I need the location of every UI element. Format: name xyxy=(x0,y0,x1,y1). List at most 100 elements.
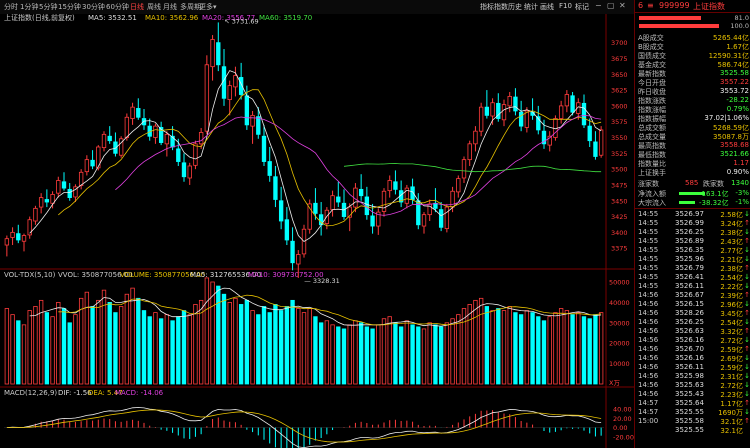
timeframe-0[interactable]: 分时 xyxy=(4,2,18,12)
tick-direction-icon: ↑ xyxy=(744,345,750,353)
menu-6[interactable]: 标记 xyxy=(575,2,589,12)
tick-direction-icon: ↓ xyxy=(744,282,750,290)
candle xyxy=(113,141,118,154)
candle xyxy=(336,196,341,203)
volume-bar xyxy=(530,312,535,385)
timeframe-2[interactable]: 5分钟 xyxy=(39,2,57,12)
quote-row-value: 0.79% xyxy=(726,105,749,113)
menu-4[interactable]: 画线 xyxy=(540,2,554,12)
menu-3[interactable]: 统计 xyxy=(524,2,538,12)
tick-price: 3526.35 xyxy=(675,246,704,254)
flow-row: 净流入额 -163.1亿 -3% xyxy=(635,189,750,198)
tick-row: 14:56 3525.43 2.23亿 ↓ xyxy=(635,390,750,399)
price-axis-tick: 3600 xyxy=(611,102,628,110)
volume-bar xyxy=(501,310,507,385)
quote-row: 昨日收盘 3553.72 xyxy=(635,87,750,96)
volume-bar xyxy=(507,306,512,385)
volume-bar xyxy=(4,308,10,385)
header-number: 6 xyxy=(638,1,644,10)
tick-price: 3525.55 xyxy=(675,426,704,434)
candle xyxy=(290,240,295,264)
quote-row-value: -28.22 xyxy=(726,96,749,104)
quote-row: 最新指数 3525.58 xyxy=(635,69,750,78)
volume-bar xyxy=(147,316,152,385)
macd-label: MACD: -14.06 xyxy=(115,389,164,397)
timeframe-7[interactable]: 周线 xyxy=(147,2,161,12)
minimize-icon[interactable]: − xyxy=(595,1,602,10)
tick-row: 15:00 3525.58 32.1亿 ↑ xyxy=(635,417,750,426)
timeframe-8[interactable]: 月线 xyxy=(163,2,177,12)
tick-time: 14:55 xyxy=(638,264,659,272)
tick-row: 14:56 3526.16 2.72亿 ↓ xyxy=(635,336,750,345)
menu-0[interactable]: 指标 xyxy=(480,2,494,12)
candle xyxy=(244,95,250,126)
tick-row: 3525.55 32.1亿 xyxy=(635,426,750,435)
maximize-icon[interactable]: ▢ xyxy=(607,1,615,10)
tick-row: 14:56 3525.63 2.72亿 ↓ xyxy=(635,381,750,390)
candle xyxy=(501,104,507,121)
tick-price: 3526.15 xyxy=(675,300,704,308)
price-axis-tick: 3375 xyxy=(611,245,628,253)
timeframe-9[interactable]: 多周期 xyxy=(180,2,201,12)
volume-bar xyxy=(33,306,38,385)
tick-price: 3526.97 xyxy=(675,210,704,218)
candle xyxy=(313,202,318,214)
timeframe-3[interactable]: 15分钟 xyxy=(58,2,81,12)
price-axis-tick: 3625 xyxy=(611,87,628,95)
main-legend: 上证指数(日线,前复权) MA5: 3532.51 MA10: 3562.96 … xyxy=(4,14,312,22)
volume-bar xyxy=(370,328,375,385)
close-icon[interactable]: ✕ xyxy=(619,1,626,10)
price-axis-tick: 3700 xyxy=(611,39,628,47)
volume-bar xyxy=(176,316,181,385)
volume-bar xyxy=(73,314,78,385)
volume-bar xyxy=(536,316,541,385)
timeframe-10[interactable]: 更多▾ xyxy=(199,2,217,12)
tick-volume: 32.1亿 xyxy=(720,427,743,435)
menu-5[interactable]: F10 xyxy=(559,2,572,10)
tick-direction-icon: ↑ xyxy=(744,399,750,407)
tick-direction-icon: ↑ xyxy=(744,291,750,299)
candle xyxy=(278,200,284,222)
ratio-bar-2 xyxy=(639,24,719,28)
tick-direction-icon: ↑ xyxy=(744,309,750,317)
quote-row: 总成交额 5268.59亿 xyxy=(635,123,750,132)
timeframe-6[interactable]: 日线 xyxy=(130,2,144,12)
timeframe-5[interactable]: 60分钟 xyxy=(106,2,129,12)
volume-bar xyxy=(16,320,21,385)
timeframe-4[interactable]: 30分钟 xyxy=(82,2,105,12)
volume-bar xyxy=(313,316,318,385)
tick-price: 3526.25 xyxy=(675,318,704,326)
timeframe-1[interactable]: 1分钟 xyxy=(20,2,38,12)
tick-price: 3526.25 xyxy=(675,228,704,236)
volume-bar xyxy=(324,320,330,385)
volume-bar xyxy=(204,277,210,385)
price-axis-tick: 3500 xyxy=(611,166,628,174)
tick-separator xyxy=(635,208,750,209)
candle xyxy=(38,197,44,208)
tick-row: 14:55 3526.11 2.22亿 ↓ xyxy=(635,282,750,291)
tick-row: 14:55 3526.99 3.24亿 ↑ xyxy=(635,219,750,228)
quote-row-value: 0.90% xyxy=(726,168,749,176)
volume-axis-tick: 30000 xyxy=(609,319,630,327)
menu-2[interactable]: 历史 xyxy=(508,2,522,12)
quote-row: 总成交量 35087.8万 xyxy=(635,132,750,141)
volume-bar xyxy=(307,308,312,385)
volume-bar xyxy=(96,299,101,385)
menu-1[interactable]: 指数 xyxy=(494,2,508,12)
tick-time: 14:57 xyxy=(638,408,659,416)
tick-time: 14:55 xyxy=(638,237,659,245)
tick-time: 14:55 xyxy=(638,282,659,290)
tick-direction-icon: ↑ xyxy=(744,237,750,245)
quote-row: 最高指数 3558.68 xyxy=(635,141,750,150)
volume-bar xyxy=(541,320,547,385)
tick-price: 3526.16 xyxy=(675,354,704,362)
volume-bar xyxy=(284,306,290,385)
tick-time: 14:57 xyxy=(638,399,659,407)
candle xyxy=(44,199,50,203)
candle xyxy=(473,130,478,145)
volume-bar xyxy=(358,322,364,385)
quote-row-value: 37.02|1.06% xyxy=(704,114,749,122)
tick-time: 14:55 xyxy=(638,210,659,218)
menu-icon[interactable]: ≡ xyxy=(647,1,654,10)
candle xyxy=(467,143,472,161)
